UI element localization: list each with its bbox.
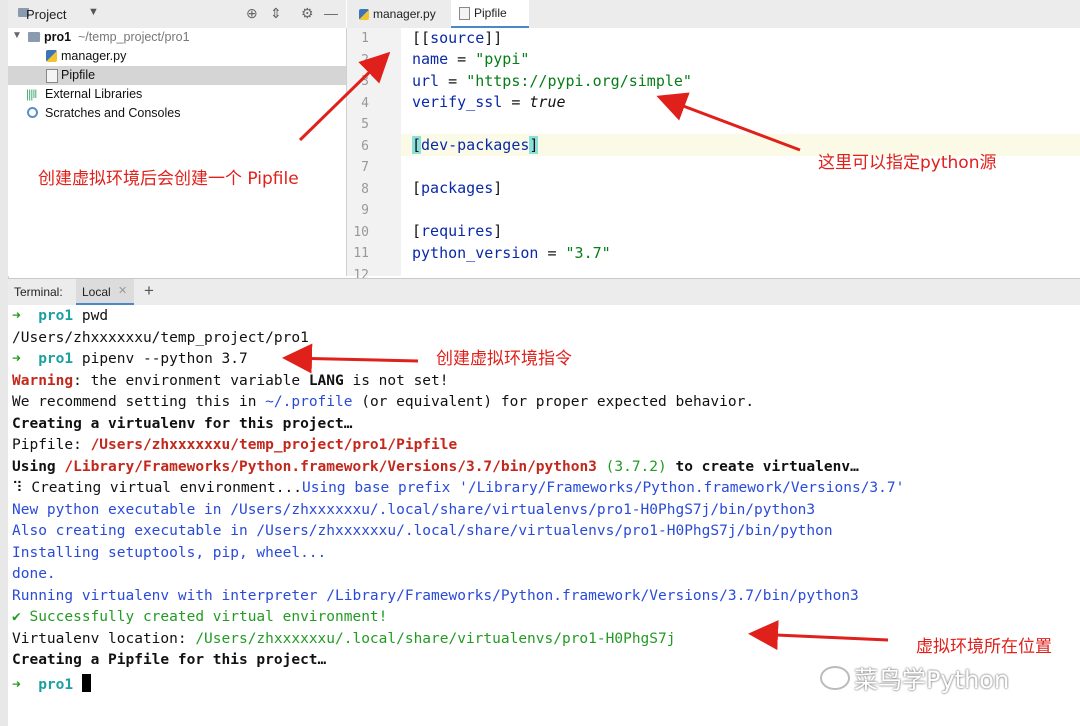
arrow-to-command	[282, 343, 419, 374]
watermark: 菜鸟学Python	[820, 660, 1009, 695]
wechat-icon	[820, 666, 850, 690]
arrow-to-pipfile	[298, 51, 391, 142]
arrow-to-location	[748, 620, 889, 651]
arrow-to-source	[656, 92, 801, 152]
annotation-location: 虚拟环境所在位置	[916, 637, 1052, 657]
annotation-source: 这里可以指定python源	[818, 153, 997, 173]
annotation-command: 创建虚拟环境指令	[436, 349, 572, 369]
annotation-pipfile: 创建虚拟环境后会创建一个 Pipfile	[38, 169, 299, 189]
